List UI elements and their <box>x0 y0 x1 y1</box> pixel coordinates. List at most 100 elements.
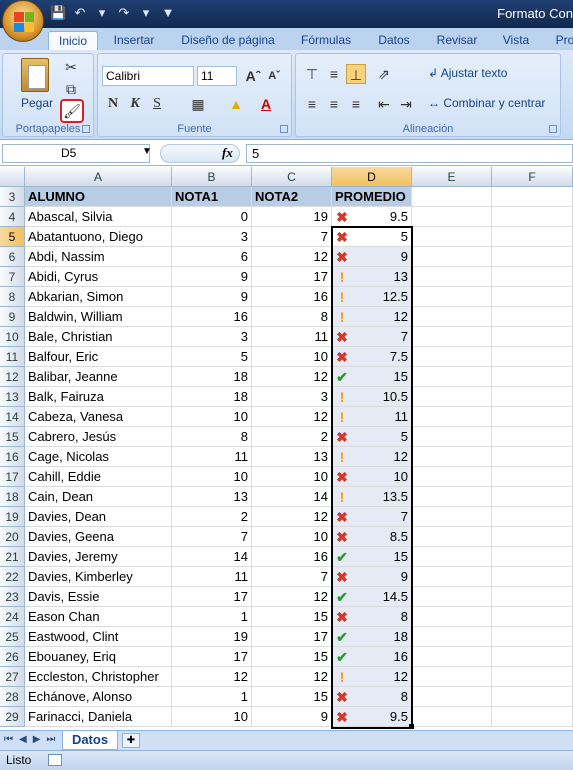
empty-cell[interactable] <box>492 307 573 327</box>
bold-button[interactable]: N <box>103 94 123 114</box>
row-header[interactable]: 8 <box>0 287 25 307</box>
empty-cell[interactable] <box>492 267 573 287</box>
cell-alumno[interactable]: Balibar, Jeanne <box>25 367 172 387</box>
empty-cell[interactable] <box>412 207 492 227</box>
empty-cell[interactable] <box>492 247 573 267</box>
font-name-select[interactable]: Calibri <box>102 66 194 86</box>
empty-cell[interactable] <box>412 247 492 267</box>
cell-promedio[interactable]: ! 13 <box>332 267 412 287</box>
cell-promedio[interactable]: ✖ 5 <box>332 427 412 447</box>
cell-nota1[interactable]: 19 <box>172 627 252 647</box>
cell-nota2[interactable]: 12 <box>252 507 332 527</box>
redo-icon[interactable]: ↷ <box>116 5 132 21</box>
tab-revisar[interactable]: Revisar <box>432 31 482 50</box>
row-header[interactable]: 20 <box>0 527 25 547</box>
dialog-launcher-icon[interactable] <box>280 125 288 133</box>
align-top-icon[interactable]: ⊤ <box>302 64 322 84</box>
dialog-launcher-icon[interactable] <box>549 125 557 133</box>
empty-cell[interactable] <box>492 567 573 587</box>
row-header[interactable]: 24 <box>0 607 25 627</box>
cell-promedio[interactable]: ✖ 7 <box>332 327 412 347</box>
empty-cell[interactable] <box>412 667 492 687</box>
cell-alumno[interactable]: Abatantuono, Diego <box>25 227 172 247</box>
empty-cell[interactable] <box>412 227 492 247</box>
dialog-launcher-icon[interactable] <box>82 125 90 133</box>
insert-sheet-icon[interactable]: ✚ <box>122 733 140 748</box>
cell-nota1[interactable]: 5 <box>172 347 252 367</box>
cell-alumno[interactable]: Ebouaney, Eriq <box>25 647 172 667</box>
column-header-f[interactable]: F <box>492 167 573 187</box>
cell-alumno[interactable]: Cain, Dean <box>25 487 172 507</box>
row-header[interactable]: 28 <box>0 687 25 707</box>
empty-cell[interactable] <box>412 407 492 427</box>
empty-cell[interactable] <box>492 427 573 447</box>
cell-promedio[interactable]: ! 11 <box>332 407 412 427</box>
cut-icon[interactable]: ✂ <box>61 57 81 77</box>
cell-nota2[interactable]: 12 <box>252 367 332 387</box>
row-header[interactable]: 16 <box>0 447 25 467</box>
row-header[interactable]: 11 <box>0 347 25 367</box>
cell-promedio[interactable]: ✖ 9 <box>332 247 412 267</box>
cell-alumno[interactable]: Eccleston, Christopher <box>25 667 172 687</box>
cell-alumno[interactable]: Eastwood, Clint <box>25 627 172 647</box>
cell-nota1[interactable]: 6 <box>172 247 252 267</box>
cell-promedio[interactable]: ✖ 7.5 <box>332 347 412 367</box>
cell-nota1[interactable]: 8 <box>172 427 252 447</box>
cell-promedio[interactable]: ✖ 8.5 <box>332 527 412 547</box>
header-nota1[interactable]: NOTA1 <box>172 187 252 207</box>
cell-nota1[interactable]: 17 <box>172 587 252 607</box>
empty-cell[interactable] <box>492 387 573 407</box>
cell-nota2[interactable]: 16 <box>252 547 332 567</box>
cell-alumno[interactable]: Echánove, Alonso <box>25 687 172 707</box>
empty-cell[interactable] <box>492 487 573 507</box>
cell-nota2[interactable]: 14 <box>252 487 332 507</box>
copy-icon[interactable]: ⧉ <box>61 79 81 99</box>
cell-nota1[interactable]: 2 <box>172 507 252 527</box>
empty-cell[interactable] <box>412 567 492 587</box>
name-box[interactable]: D5 <box>2 144 150 163</box>
formula-input[interactable]: 5 <box>246 144 573 163</box>
empty-cell[interactable] <box>492 587 573 607</box>
empty-cell[interactable] <box>412 367 492 387</box>
cell-nota2[interactable]: 12 <box>252 247 332 267</box>
cell-nota1[interactable]: 3 <box>172 227 252 247</box>
cell-promedio[interactable]: ✖ 7 <box>332 507 412 527</box>
font-color-icon[interactable]: A <box>256 94 276 114</box>
italic-button[interactable]: K <box>125 94 145 114</box>
cell-nota2[interactable]: 17 <box>252 267 332 287</box>
empty-cell[interactable] <box>412 527 492 547</box>
sheet-tab-datos[interactable]: Datos <box>62 731 118 750</box>
tab-vista[interactable]: Vista <box>497 31 535 50</box>
cell-nota2[interactable]: 12 <box>252 587 332 607</box>
cell-alumno[interactable]: Cahill, Eddie <box>25 467 172 487</box>
empty-cell[interactable] <box>492 367 573 387</box>
cell-alumno[interactable]: Eason Chan <box>25 607 172 627</box>
empty-cell[interactable] <box>412 327 492 347</box>
cell-nota2[interactable]: 15 <box>252 607 332 627</box>
cell-promedio[interactable]: ✖ 9 <box>332 567 412 587</box>
last-sheet-icon[interactable]: ⏭ <box>46 734 55 745</box>
empty-cell[interactable] <box>492 327 573 347</box>
empty-cell[interactable] <box>412 347 492 367</box>
cell-nota2[interactable]: 19 <box>252 207 332 227</box>
row-header[interactable]: 15 <box>0 427 25 447</box>
cell-alumno[interactable]: Davies, Dean <box>25 507 172 527</box>
header-alumno[interactable]: ALUMNO <box>25 187 172 207</box>
name-box-dropdown-icon[interactable]: ▼ <box>142 146 152 157</box>
empty-cell[interactable] <box>492 627 573 647</box>
fill-handle[interactable] <box>409 724 414 729</box>
row-header[interactable]: 12 <box>0 367 25 387</box>
cell-alumno[interactable]: Abidi, Cyrus <box>25 267 172 287</box>
empty-cell[interactable] <box>412 707 492 727</box>
empty-cell[interactable] <box>492 207 573 227</box>
cell-nota2[interactable]: 15 <box>252 687 332 707</box>
column-header-d[interactable]: D <box>332 167 412 187</box>
paste-button-label[interactable]: Pegar <box>21 96 53 110</box>
cell-nota2[interactable]: 9 <box>252 707 332 727</box>
cell-nota1[interactable]: 7 <box>172 527 252 547</box>
cell-promedio[interactable]: ✖ 8 <box>332 607 412 627</box>
spreadsheet-grid[interactable]: A B C D E F 3 ALUMNO NOTA1 NOTA2 PROMEDI… <box>0 167 573 730</box>
empty-cell[interactable] <box>492 347 573 367</box>
cell-alumno[interactable]: Abdi, Nassim <box>25 247 172 267</box>
cell-promedio[interactable]: ✔ 15 <box>332 367 412 387</box>
